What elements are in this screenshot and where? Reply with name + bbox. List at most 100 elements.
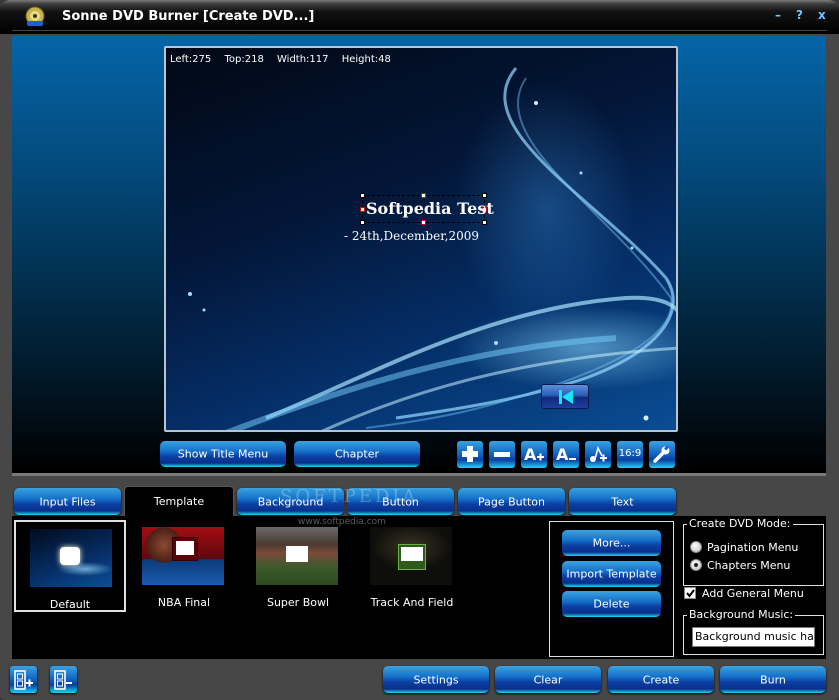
resize-handle-w[interactable] bbox=[360, 207, 365, 212]
delete-label: Delete bbox=[593, 597, 630, 611]
tab-text[interactable]: Text bbox=[569, 488, 676, 515]
tab-template-label: Template bbox=[153, 495, 205, 508]
clear-label: Clear bbox=[533, 673, 563, 686]
add-general-menu-label: Add General Menu bbox=[702, 587, 804, 600]
menu-preview-canvas[interactable]: Left:275 Top:218 Width:117 Height:48 Sof… bbox=[164, 46, 678, 432]
burn-label: Burn bbox=[760, 673, 786, 686]
font-increase-button[interactable]: A bbox=[521, 441, 547, 468]
svg-text:A: A bbox=[524, 445, 537, 464]
svg-text:A: A bbox=[556, 445, 569, 464]
burn-button[interactable]: Burn bbox=[720, 666, 826, 693]
background-music-group: Background Music: Background music has n… bbox=[683, 608, 824, 655]
resize-handle-nw[interactable] bbox=[360, 193, 365, 198]
remove-element-button[interactable] bbox=[489, 441, 515, 468]
add-video-button[interactable] bbox=[10, 666, 37, 693]
film-add-icon bbox=[14, 670, 33, 690]
show-title-menu-button[interactable]: Show Title Menu bbox=[160, 441, 286, 467]
coord-width: Width:117 bbox=[277, 54, 329, 65]
minimize-button[interactable]: – bbox=[775, 8, 781, 22]
template-item-super-bowl[interactable]: Super Bowl bbox=[242, 520, 354, 612]
watermark-url: www.softpedia.com bbox=[298, 517, 386, 527]
remove-icon bbox=[494, 452, 510, 457]
import-template-label: Import Template bbox=[566, 567, 657, 581]
more-templates-button[interactable]: More... bbox=[562, 530, 661, 556]
pagination-menu-label: Pagination Menu bbox=[707, 541, 799, 554]
template-item-default[interactable]: Default bbox=[14, 520, 126, 612]
settings-button[interactable]: Settings bbox=[383, 666, 489, 693]
create-dvd-mode-group: Create DVD Mode: Pagination Menu Chapter… bbox=[683, 517, 824, 586]
previous-icon bbox=[559, 390, 573, 404]
coord-left: Left:275 bbox=[170, 54, 212, 65]
template-panel: Default NBA Final Super Bowl Track And F… bbox=[12, 516, 826, 659]
menu-previous-button[interactable] bbox=[541, 384, 589, 409]
coord-height: Height:48 bbox=[341, 54, 391, 65]
template-item-nba-final[interactable]: NBA Final bbox=[128, 520, 240, 612]
create-dvd-mode-legend: Create DVD Mode: bbox=[687, 517, 793, 530]
help-button[interactable]: ? bbox=[796, 8, 803, 22]
app-window: Sonne DVD Burner [Create DVD...] – ? x L… bbox=[0, 0, 839, 700]
add-element-button[interactable] bbox=[457, 441, 483, 468]
template-caption: NBA Final bbox=[157, 596, 211, 609]
resize-handle-ne[interactable] bbox=[482, 193, 487, 198]
background-music-field[interactable]: Background music has not been set bbox=[692, 627, 815, 647]
resize-handle-n[interactable] bbox=[421, 193, 426, 198]
radio-button[interactable] bbox=[690, 541, 702, 553]
title-separator bbox=[12, 30, 827, 31]
dvd-disc-icon bbox=[25, 6, 45, 26]
watermark: SOFTPEDIA bbox=[280, 486, 419, 507]
template-item-track-and-field[interactable]: Track And Field bbox=[356, 520, 468, 612]
menu-subtitle-text[interactable]: - 24th,December,2009 bbox=[344, 229, 479, 243]
tab-template[interactable]: Template bbox=[124, 486, 234, 516]
create-button[interactable]: Create bbox=[608, 666, 714, 693]
template-caption: Track And Field bbox=[370, 596, 454, 609]
tab-page-button-label: Page Button bbox=[478, 495, 545, 508]
create-label: Create bbox=[642, 673, 680, 686]
add-music-button[interactable] bbox=[585, 441, 611, 468]
clear-button[interactable]: Clear bbox=[495, 666, 601, 693]
resize-handle-s[interactable] bbox=[421, 220, 426, 225]
selection-coordinates: Left:275 Top:218 Width:117 Height:48 bbox=[170, 54, 401, 65]
template-actions-group: More... Import Template Delete bbox=[549, 521, 674, 657]
chapters-menu-radio[interactable]: Chapters Menu bbox=[690, 559, 790, 572]
more-label: More... bbox=[592, 536, 631, 550]
menu-title-text[interactable]: Softpedia Test bbox=[366, 199, 494, 218]
chapter-button[interactable]: Chapter bbox=[294, 441, 420, 467]
template-caption: Super Bowl bbox=[266, 596, 330, 609]
background-music-legend: Background Music: bbox=[687, 608, 796, 621]
font-decrease-icon: A bbox=[556, 445, 576, 464]
film-remove-icon bbox=[54, 670, 72, 690]
radio-button-checked[interactable] bbox=[690, 559, 702, 571]
import-template-button[interactable]: Import Template bbox=[562, 561, 661, 587]
template-thumbnail bbox=[30, 529, 112, 587]
template-caption: Default bbox=[49, 598, 91, 611]
checkmark-icon bbox=[686, 589, 695, 598]
tab-input-files[interactable]: Input Files bbox=[14, 488, 121, 515]
template-thumbnail bbox=[256, 527, 338, 585]
settings-wrench-button[interactable] bbox=[649, 441, 675, 468]
aspect-ratio-label: 16:9 bbox=[618, 448, 642, 459]
font-increase-icon: A bbox=[524, 445, 544, 464]
aspect-ratio-button[interactable]: 16:9 bbox=[617, 441, 643, 468]
settings-label: Settings bbox=[413, 673, 459, 686]
tab-bar: Input Files Template Background Button P… bbox=[12, 484, 826, 516]
delete-template-button[interactable]: Delete bbox=[562, 591, 661, 617]
title-bar: Sonne DVD Burner [Create DVD...] – ? x bbox=[0, 0, 839, 34]
checkbox[interactable] bbox=[684, 587, 696, 599]
pagination-menu-radio[interactable]: Pagination Menu bbox=[690, 541, 798, 554]
tab-input-files-label: Input Files bbox=[39, 495, 96, 508]
wrench-icon bbox=[653, 445, 670, 463]
show-title-menu-label: Show Title Menu bbox=[177, 447, 269, 461]
chapter-label: Chapter bbox=[335, 447, 379, 461]
window-title: Sonne DVD Burner [Create DVD...] bbox=[62, 9, 315, 24]
add-music-icon bbox=[590, 445, 607, 462]
remove-video-button[interactable] bbox=[50, 666, 77, 693]
close-button[interactable]: x bbox=[818, 8, 826, 22]
coord-top: Top:218 bbox=[224, 54, 264, 65]
font-decrease-button[interactable]: A bbox=[553, 441, 579, 468]
chapters-menu-label: Chapters Menu bbox=[707, 559, 791, 572]
resize-handle-se[interactable] bbox=[482, 220, 487, 225]
resize-handle-sw[interactable] bbox=[360, 220, 365, 225]
tab-page-button[interactable]: Page Button bbox=[458, 488, 565, 515]
template-thumbnail bbox=[370, 527, 452, 585]
add-general-menu-checkbox[interactable]: Add General Menu bbox=[684, 587, 804, 600]
